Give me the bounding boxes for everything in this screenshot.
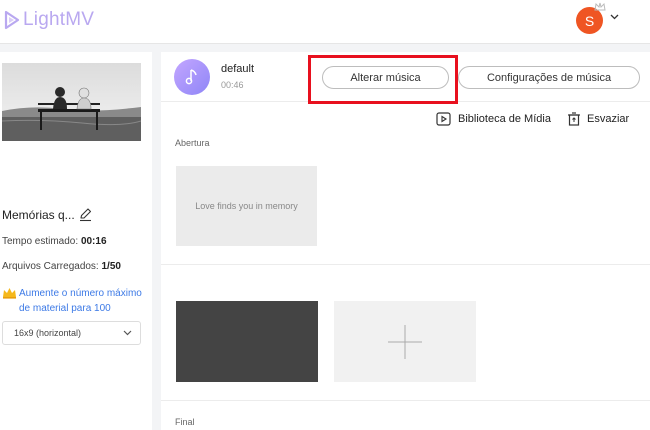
project-thumbnail[interactable] <box>2 63 141 141</box>
change-music-button[interactable]: Alterar música <box>322 66 449 89</box>
chevron-down-icon <box>123 330 132 336</box>
music-disc <box>174 59 210 95</box>
project-sidebar: Memórias q... Tempo estimado: 00:16 Arqu… <box>0 52 152 430</box>
plus-icon <box>388 324 422 359</box>
clear-label: Esvaziar <box>587 113 630 125</box>
divider <box>161 264 650 265</box>
media-library-button[interactable]: Biblioteca de Mídia <box>436 112 551 126</box>
top-bar: LightMV S <box>0 0 650 44</box>
final-section-label: Final <box>175 417 195 427</box>
media-slide[interactable] <box>176 301 318 382</box>
vip-crown-icon <box>594 2 606 11</box>
music-row: default 00:46 Alterar música Configuraçõ… <box>161 52 650 104</box>
music-track-name: default <box>221 63 255 75</box>
avatar-initial: S <box>584 12 595 29</box>
upgrade-text: Aumente o número máximo de material para… <box>19 288 142 314</box>
lightmv-logo-icon <box>4 10 20 30</box>
upgrade-link[interactable]: Aumente o número máximo de material para… <box>2 286 148 316</box>
clear-button[interactable]: Esvaziar <box>567 112 629 126</box>
music-settings-button[interactable]: Configurações de música <box>458 66 640 89</box>
estimated-time: Tempo estimado: 00:16 <box>2 236 107 247</box>
music-duration: 00:46 <box>221 80 244 90</box>
uploaded-files-value: 1/50 <box>101 261 121 272</box>
project-title: Memórias q... <box>2 208 75 222</box>
media-library-label: Biblioteca de Mídia <box>458 113 551 125</box>
opening-section-label: Abertura <box>175 138 210 148</box>
logo[interactable]: LightMV <box>4 9 94 31</box>
music-note-icon <box>185 69 197 85</box>
chevron-down-icon[interactable] <box>610 14 619 20</box>
edit-icon[interactable] <box>78 207 93 222</box>
logo-text: LightMV <box>23 9 95 30</box>
divider <box>161 400 650 401</box>
add-media-slide[interactable] <box>334 301 476 382</box>
estimated-time-label: Tempo estimado: <box>2 236 79 247</box>
opening-slide-text: Love finds you in memory <box>195 201 298 211</box>
aspect-ratio-value: 16x9 (horizontal) <box>14 328 82 338</box>
uploaded-files: Arquivos Carregados: 1/50 <box>2 261 121 272</box>
media-library-icon <box>436 112 451 126</box>
aspect-ratio-select[interactable]: 16x9 (horizontal) <box>2 321 141 345</box>
opening-slide[interactable]: Love finds you in memory <box>176 166 317 246</box>
crown-icon <box>3 288 16 299</box>
uploaded-files-label: Arquivos Carregados: <box>2 261 99 272</box>
editor-main: default 00:46 Alterar música Configuraçõ… <box>161 52 650 430</box>
estimated-time-value: 00:16 <box>80 236 107 247</box>
trash-icon <box>568 112 580 126</box>
